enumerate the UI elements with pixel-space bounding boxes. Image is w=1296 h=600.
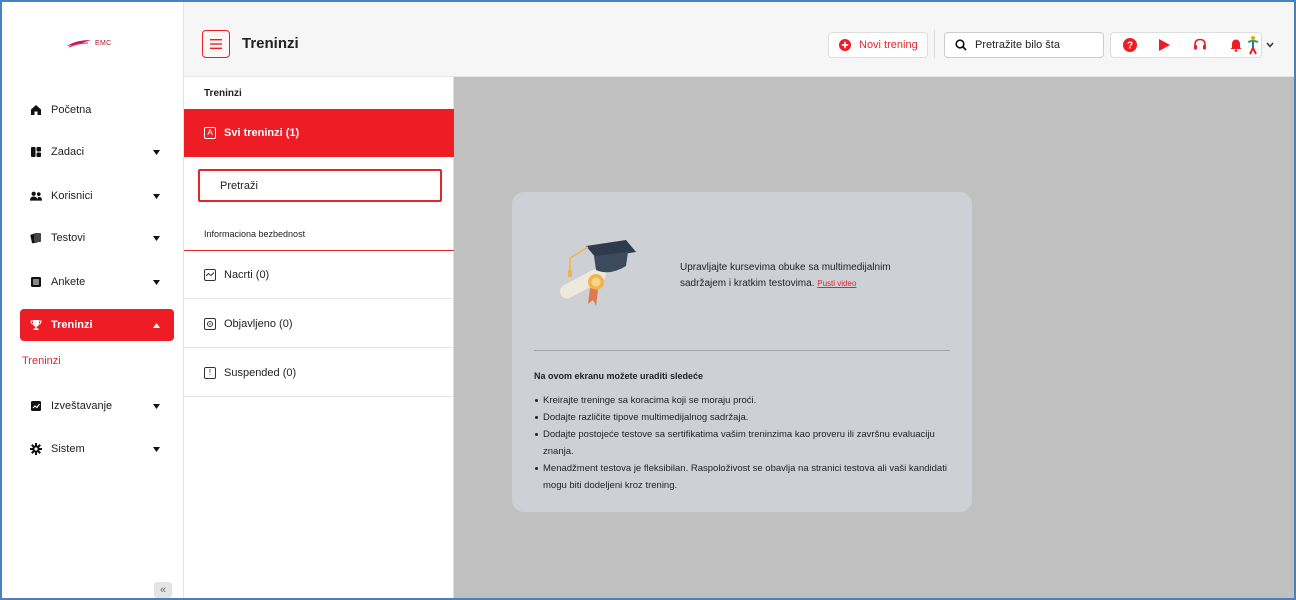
sidebar-item-label: Treninzi: [51, 319, 93, 331]
chevron-down-icon: [152, 192, 160, 200]
filter-all-trainings[interactable]: A Svi treninzi (1): [184, 109, 454, 157]
brand-logo[interactable]: EMC: [66, 36, 126, 50]
new-training-button[interactable]: Novi trening: [828, 32, 928, 58]
chevron-down-icon: [152, 278, 160, 286]
gear-icon: [30, 443, 42, 455]
tasks-icon: [30, 146, 42, 158]
headset-icon[interactable]: [1191, 36, 1209, 54]
new-training-label: Novi trening: [859, 39, 918, 51]
category-item[interactable]: Informaciona bezbednost: [184, 217, 454, 251]
filter-label: Objavljeno (0): [224, 317, 293, 330]
users-icon: [30, 190, 42, 202]
help-icon[interactable]: ?: [1121, 36, 1139, 54]
sidebar-item-label: Zadaci: [51, 146, 85, 158]
header-action-icons: ?: [1110, 32, 1262, 58]
feature-list: Kreirajte treninge sa koracima koji se m…: [534, 392, 954, 494]
filter-label: Nacrti (0): [224, 268, 270, 281]
filter-published[interactable]: Objavljeno (0): [184, 300, 454, 348]
sidebar: EMC Početna Zadaci Korisnici Testovi Ank…: [2, 2, 184, 598]
bell-icon[interactable]: [1227, 36, 1245, 54]
app-window: EMC Početna Zadaci Korisnici Testovi Ank…: [0, 0, 1296, 600]
sidebar-item-label: Korisnici: [51, 190, 93, 202]
intro-text: Upravljajte kursevima obuke sa multimedi…: [680, 262, 891, 289]
sidebar-item-label: Ankete: [51, 276, 86, 288]
list-item: Menadžment testova je fleksibilan. Raspo…: [534, 460, 954, 494]
list-heading: Treninzi: [204, 88, 242, 99]
plus-circle-icon: [839, 39, 851, 51]
surveys-icon: [30, 276, 42, 288]
sidebar-item-korisnici[interactable]: Korisnici: [20, 180, 174, 212]
chevron-down-icon: [152, 445, 160, 453]
sidebar-item-treninzi[interactable]: Treninzi: [20, 309, 174, 341]
filter-suspended[interactable]: ! Suspended (0): [184, 349, 454, 397]
logo-swoosh-icon: [67, 40, 91, 48]
sidebar-item-ankete[interactable]: Ankete: [20, 266, 174, 298]
card-intro: Upravljajte kursevima obuke sa multimedi…: [680, 260, 920, 292]
avatar: [1247, 36, 1259, 55]
play-icon[interactable]: [1155, 36, 1173, 54]
user-menu[interactable]: [1246, 32, 1286, 58]
published-icon: [204, 317, 216, 330]
play-video-link[interactable]: Pusti video: [817, 279, 856, 288]
draft-icon: [204, 268, 216, 281]
trainings-list-panel: Treninzi A Svi treninzi (1) Pretraži Inf…: [184, 77, 454, 598]
menu-toggle-button[interactable]: [202, 30, 230, 58]
card-heading: Na ovom ekranu možete uraditi sledeće: [534, 371, 704, 381]
svg-text:?: ?: [1127, 41, 1133, 52]
list-item: Kreirajte treninge sa koracima koji se m…: [534, 392, 954, 409]
sidebar-item-label: Izveštavanje: [51, 400, 113, 412]
chevron-down-icon: [1266, 42, 1274, 48]
global-search[interactable]: [944, 32, 1104, 58]
header-divider: [934, 30, 935, 58]
sidebar-item-testovi[interactable]: Testovi: [20, 222, 174, 254]
chevron-down-icon: [152, 234, 160, 242]
graduation-cap-icon: [560, 240, 636, 306]
chevron-up-icon: [152, 321, 160, 329]
sidebar-item-label: Početna: [51, 104, 92, 116]
list-item: Dodajte postojeće testove sa sertifikati…: [534, 426, 954, 460]
home-icon: [30, 104, 42, 116]
report-icon: [30, 400, 42, 412]
hamburger-icon: [210, 39, 222, 49]
search-input[interactable]: [975, 39, 1095, 51]
filter-label: Svi treninzi (1): [224, 127, 300, 139]
sidebar-item-pocetna[interactable]: Početna: [20, 94, 174, 126]
logo-text: EMC: [95, 39, 112, 47]
chevron-down-icon: [152, 402, 160, 410]
all-icon: A: [204, 127, 216, 139]
sidebar-item-izvestavanje[interactable]: Izveštavanje: [20, 390, 174, 422]
sidebar-subitem-treninzi[interactable]: Treninzi: [22, 355, 61, 367]
main-content: Upravljajte kursevima obuke sa multimedi…: [454, 77, 1294, 598]
card-divider: [534, 350, 950, 351]
sidebar-item-zadaci[interactable]: Zadaci: [20, 136, 174, 168]
filter-label: Suspended (0): [224, 366, 297, 379]
top-header: Treninzi Novi trening ?: [184, 2, 1294, 77]
collapse-sidebar-button[interactable]: «: [154, 582, 172, 598]
sidebar-item-sistem[interactable]: Sistem: [20, 433, 174, 465]
page-title: Treninzi: [242, 35, 299, 52]
search-trainings-button[interactable]: Pretraži: [198, 169, 442, 202]
search-icon: [955, 39, 967, 51]
suspended-icon: !: [204, 366, 216, 379]
sidebar-item-label: Testovi: [51, 232, 86, 244]
chevron-down-icon: [152, 148, 160, 156]
trophy-icon: [30, 319, 42, 331]
tests-icon: [30, 232, 42, 244]
sidebar-item-label: Sistem: [51, 443, 85, 455]
list-item: Dodajte različite tipove multimedijalnog…: [534, 409, 954, 426]
filter-drafts[interactable]: Nacrti (0): [184, 251, 454, 299]
info-card: Upravljajte kursevima obuke sa multimedi…: [512, 192, 972, 512]
